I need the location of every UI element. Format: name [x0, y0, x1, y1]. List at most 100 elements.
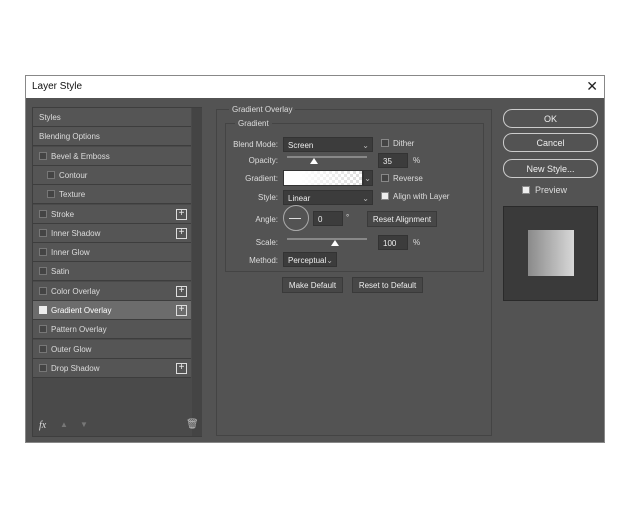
cancel-button[interactable]: Cancel	[503, 133, 598, 152]
blend-mode-label: Blend Mode:	[233, 140, 278, 149]
style-item-label: Stroke	[51, 209, 75, 219]
style-item[interactable]: Pattern Overlay	[33, 320, 191, 340]
angle-label: Angle:	[255, 215, 278, 224]
style-item[interactable]: Color Overlay +	[33, 281, 191, 301]
angle-dial[interactable]	[283, 205, 309, 231]
close-icon[interactable]: ✕	[586, 78, 598, 95]
scale-label: Scale:	[255, 238, 278, 247]
angle-input[interactable]: 0	[313, 211, 343, 226]
style-item[interactable]: Blending Options	[33, 127, 191, 147]
style-item[interactable]: Gradient Overlay +	[33, 301, 191, 320]
style-checkbox[interactable]	[39, 306, 47, 314]
style-item[interactable]: Satin	[33, 262, 191, 282]
align-with-layer-label: Align with Layer	[393, 192, 450, 201]
preview-label: Preview	[535, 185, 568, 195]
align-with-layer-checkbox[interactable]	[381, 192, 389, 200]
style-item[interactable]: Inner Glow	[33, 243, 191, 263]
chevron-down-icon: ⌄	[362, 141, 369, 150]
opacity-input[interactable]: 35	[378, 153, 408, 168]
opacity-label: Opacity:	[248, 156, 278, 165]
opacity-unit: %	[413, 156, 421, 165]
method-select[interactable]: Perceptual ⌄	[283, 252, 337, 267]
style-item-label: Blending Options	[39, 132, 100, 142]
style-checkbox[interactable]	[47, 190, 55, 199]
add-icon[interactable]: +	[176, 305, 187, 316]
move-up-icon[interactable]: ▲	[60, 420, 68, 429]
gradient-label: Gradient:	[245, 174, 278, 183]
style-item-label: Texture	[59, 190, 86, 200]
blend-mode-value: Screen	[288, 141, 314, 150]
title-bar: Layer Style	[26, 76, 604, 98]
style-checkbox[interactable]	[47, 170, 55, 179]
gradient-dropdown[interactable]: ⌄	[363, 170, 373, 186]
chevron-down-icon: ⌄	[326, 256, 333, 265]
gradient-picker[interactable]	[283, 170, 363, 186]
add-icon[interactable]: +	[176, 285, 187, 297]
blend-mode-select[interactable]: Screen ⌄	[283, 137, 373, 152]
preview-swatch	[528, 230, 574, 276]
style-item[interactable]: Bevel & Emboss	[33, 146, 191, 166]
style-checkbox[interactable]	[39, 344, 47, 353]
trash-icon[interactable]: 🗑	[186, 419, 199, 430]
opacity-slider[interactable]	[287, 156, 367, 158]
style-item-label: Contour	[59, 170, 88, 180]
style-item[interactable]: Stroke +	[33, 204, 191, 224]
style-item-label: Drop Shadow	[51, 363, 100, 373]
method-label: Method:	[249, 256, 278, 265]
style-checkbox[interactable]	[39, 151, 47, 160]
dialog-title: Layer Style	[32, 81, 83, 92]
dither-checkbox[interactable]	[381, 139, 389, 147]
style-item[interactable]: Contour	[33, 165, 191, 185]
reverse-label: Reverse	[393, 174, 423, 183]
style-item-label: Bevel & Emboss	[51, 151, 110, 161]
add-icon[interactable]: +	[176, 208, 187, 220]
style-item-label: Satin	[51, 267, 70, 277]
angle-unit: °	[346, 213, 350, 222]
move-down-icon[interactable]: ▼	[80, 420, 88, 429]
reverse-checkbox[interactable]	[381, 174, 389, 182]
scrollbar[interactable]	[192, 108, 202, 436]
styles-list: Styles Blending Options Bevel & Emboss Cont…	[32, 107, 202, 437]
style-label: Style:	[257, 193, 278, 202]
reset-to-default-button[interactable]: Reset to Default	[352, 277, 423, 293]
layer-style-dialog: Layer Style ✕ Styles Blending Options Beve…	[25, 75, 605, 443]
style-item[interactable]: Outer Glow	[33, 339, 191, 359]
add-icon[interactable]: +	[176, 227, 187, 239]
style-item-label: Color Overlay	[51, 286, 100, 296]
style-item-label: Styles	[39, 113, 61, 122]
make-default-button[interactable]: Make Default	[282, 277, 343, 293]
reset-alignment-button[interactable]: Reset Alignment	[367, 211, 437, 227]
style-checkbox[interactable]	[39, 363, 47, 372]
scale-slider-thumb[interactable]	[331, 240, 339, 246]
subgroup-title: Gradient	[235, 119, 272, 128]
preview-checkbox[interactable]	[522, 186, 530, 194]
style-checkbox[interactable]	[39, 228, 47, 237]
style-item[interactable]: Styles	[33, 108, 191, 127]
style-item-label: Outer Glow	[51, 344, 92, 354]
style-item[interactable]: Texture	[33, 185, 191, 205]
style-item-label: Gradient Overlay	[51, 306, 112, 315]
scale-unit: %	[413, 238, 421, 247]
style-item[interactable]: Drop Shadow +	[33, 358, 191, 378]
style-checkbox[interactable]	[39, 286, 47, 295]
method-value: Perceptual	[288, 256, 327, 265]
opacity-slider-thumb[interactable]	[310, 158, 318, 164]
scale-input[interactable]: 100	[378, 235, 408, 250]
style-item[interactable]: Inner Shadow +	[33, 223, 191, 243]
dither-label: Dither	[393, 139, 415, 148]
style-item-label: Inner Shadow	[51, 228, 101, 238]
chevron-down-icon: ⌄	[364, 174, 371, 183]
style-checkbox[interactable]	[39, 325, 47, 334]
style-checkbox[interactable]	[39, 267, 47, 276]
preview-box	[503, 206, 598, 301]
ok-button[interactable]: OK	[503, 109, 598, 128]
style-checkbox[interactable]	[39, 209, 47, 218]
style-item-label: Pattern Overlay	[51, 325, 107, 335]
style-checkbox[interactable]	[39, 248, 47, 257]
style-item-label: Inner Glow	[51, 248, 90, 258]
new-style-button[interactable]: New Style...	[503, 159, 598, 178]
add-icon[interactable]: +	[176, 362, 187, 374]
style-select[interactable]: Linear ⌄	[283, 190, 373, 205]
scale-slider[interactable]	[287, 238, 367, 240]
fx-icon[interactable]: fx	[39, 420, 46, 431]
